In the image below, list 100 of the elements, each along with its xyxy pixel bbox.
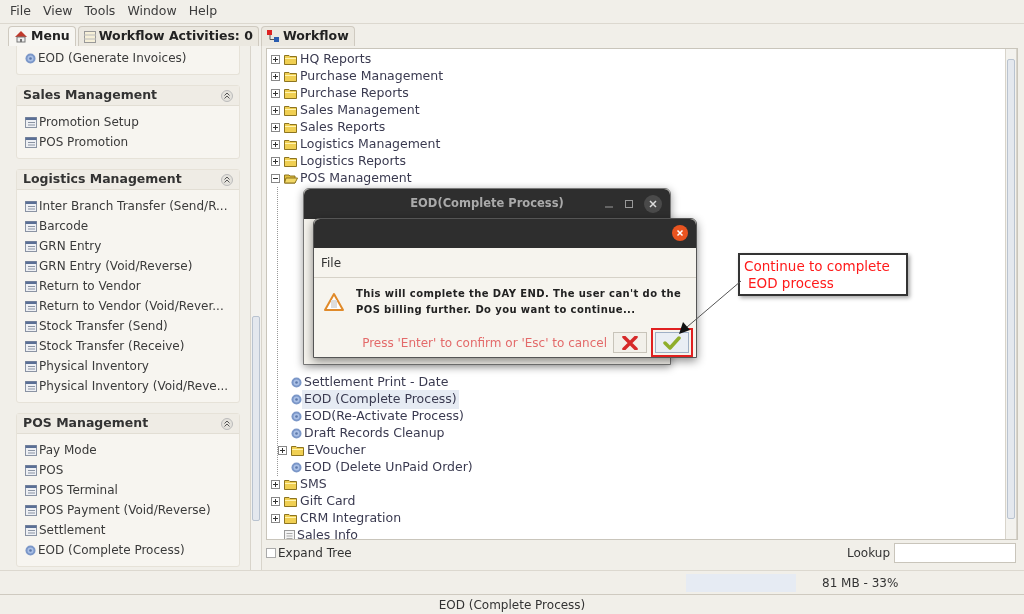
expand-toggle-icon[interactable] [271,89,280,98]
expand-toggle-icon[interactable] [271,514,280,523]
menu-link[interactable]: Physical Inventory [39,357,149,375]
tree-item[interactable]: EOD (Delete UnPaid Order) [302,458,475,477]
section-title: Sales Management [23,86,157,105]
flowchart-icon [266,30,280,43]
tree-item[interactable]: Gift Card [298,492,358,511]
expand-toggle-icon[interactable] [271,106,280,115]
expand-toggle-icon[interactable] [271,55,280,64]
gear-icon [291,394,302,405]
gear-icon [291,428,302,439]
tree-item[interactable]: Purchase Reports [298,84,411,103]
gear-icon [25,52,36,64]
tree-item[interactable]: HQ Reports [298,50,374,69]
form-icon [25,220,37,232]
cross-icon [622,335,638,350]
expand-toggle-icon[interactable] [271,497,280,506]
folder-icon [284,479,298,490]
folder-icon [284,71,298,82]
menu-link[interactable]: POS Terminal [39,481,118,499]
menu-link[interactable]: Promotion Setup [39,113,139,131]
gear-icon [291,462,302,473]
menu-link[interactable]: Return to Vendor (Void/Rever... [39,297,224,315]
form-icon [25,136,37,148]
menu-item[interactable]: Window [121,2,183,21]
expand-toggle-icon[interactable] [271,140,280,149]
form-icon [25,320,37,332]
form-icon [25,380,37,392]
menu-link[interactable]: POS [39,461,64,479]
menu-item[interactable]: File [4,2,37,21]
tree-item[interactable]: Sales Reports [298,118,388,137]
cancel-button[interactable] [613,332,647,353]
expand-toggle-icon[interactable] [271,123,280,132]
lookup-field[interactable] [894,543,1016,563]
expand-toggle-icon[interactable] [271,480,280,489]
folder-icon [284,105,298,116]
checkbox-label: Expand Tree [278,545,352,562]
menu-item[interactable]: View [36,2,79,21]
tree-item[interactable]: Draft Records Cleanup [302,424,447,443]
memory-usage: 81 MB - 33% [822,574,899,592]
tree-item[interactable]: Purchase Management [298,67,446,86]
menu-link[interactable]: GRN Entry [39,237,102,255]
collapse-icon[interactable] [221,89,233,102]
tree-item[interactable]: Sales Management [298,101,422,120]
folder-icon [284,156,298,167]
collapse-icon[interactable] [221,417,233,430]
close-icon[interactable] [644,195,662,213]
menu-link[interactable]: POS Payment (Void/Reverse) [39,501,211,519]
menu-link[interactable]: EOD (Complete Process) [38,541,185,559]
tree-item[interactable]: POS Management [298,169,414,188]
gear-icon [291,377,302,388]
section-title: POS Management [23,414,149,433]
tree-item[interactable]: CRM Integration [298,509,404,528]
tab[interactable]: Workflow Activities: 0 [77,26,259,46]
menu-link[interactable]: Stock Transfer (Send) [39,317,168,335]
scrollbar[interactable] [1005,49,1017,539]
expand-toggle-icon[interactable] [278,446,287,455]
tree-item[interactable]: EVoucher [305,441,368,460]
tree-item[interactable]: EOD(Re-Activate Process) [302,407,466,426]
tree-item[interactable]: Sales Info [295,526,360,539]
form-icon [25,484,37,496]
menu-link[interactable]: EOD (Generate Invoices) [38,49,187,67]
hint-text: Press 'Enter' to confirm or 'Esc' to cancel [362,334,607,352]
tree-item[interactable]: SMS [298,475,329,494]
close-icon[interactable] [672,225,688,241]
folder-icon [291,445,305,456]
form-icon [25,464,37,476]
collapse-toggle-icon[interactable] [271,174,280,183]
checkmark-icon [663,335,681,350]
menu-item[interactable]: File [321,253,342,272]
menu-link[interactable]: POS Promotion [39,133,129,151]
menu-link[interactable]: Stock Transfer (Receive) [39,337,185,355]
home-icon [14,30,28,43]
tab[interactable]: Menu [8,26,76,46]
menu-link[interactable]: GRN Entry (Void/Reverse) [39,257,193,275]
tree-item[interactable]: Logistics Reports [298,152,408,171]
tree-item[interactable]: Logistics Management [298,135,443,154]
menu-link[interactable]: Return to Vendor [39,277,141,295]
menu-link[interactable]: Pay Mode [39,441,97,459]
expand-toggle-icon[interactable] [271,72,280,81]
maximize-icon[interactable] [624,199,634,209]
open-folder-icon [284,173,298,184]
window-title: EOD(Complete Process) [410,195,564,213]
menu-item[interactable]: Help [182,2,224,21]
callout-text: Continue to complete [744,258,891,275]
tree-item[interactable]: EOD (Complete Process) [302,390,459,409]
menu-link[interactable]: Inter Branch Transfer (Send/R... [39,197,228,215]
tab[interactable]: Workflow [260,26,355,46]
menu-item[interactable]: Tools [78,2,122,21]
callout-text: EOD process [747,275,835,292]
folder-icon [284,88,298,99]
status-text: EOD (Complete Process) [438,596,586,614]
tree-item[interactable]: Settlement Print - Date [302,373,451,392]
checkbox[interactable] [266,548,276,558]
menu-link[interactable]: Settlement [39,521,106,539]
collapse-icon[interactable] [221,173,233,186]
menu-link[interactable]: Barcode [39,217,89,235]
scrollbar[interactable] [250,46,262,570]
menu-link[interactable]: Physical Inventory (Void/Reve... [39,377,229,395]
expand-toggle-icon[interactable] [271,157,280,166]
